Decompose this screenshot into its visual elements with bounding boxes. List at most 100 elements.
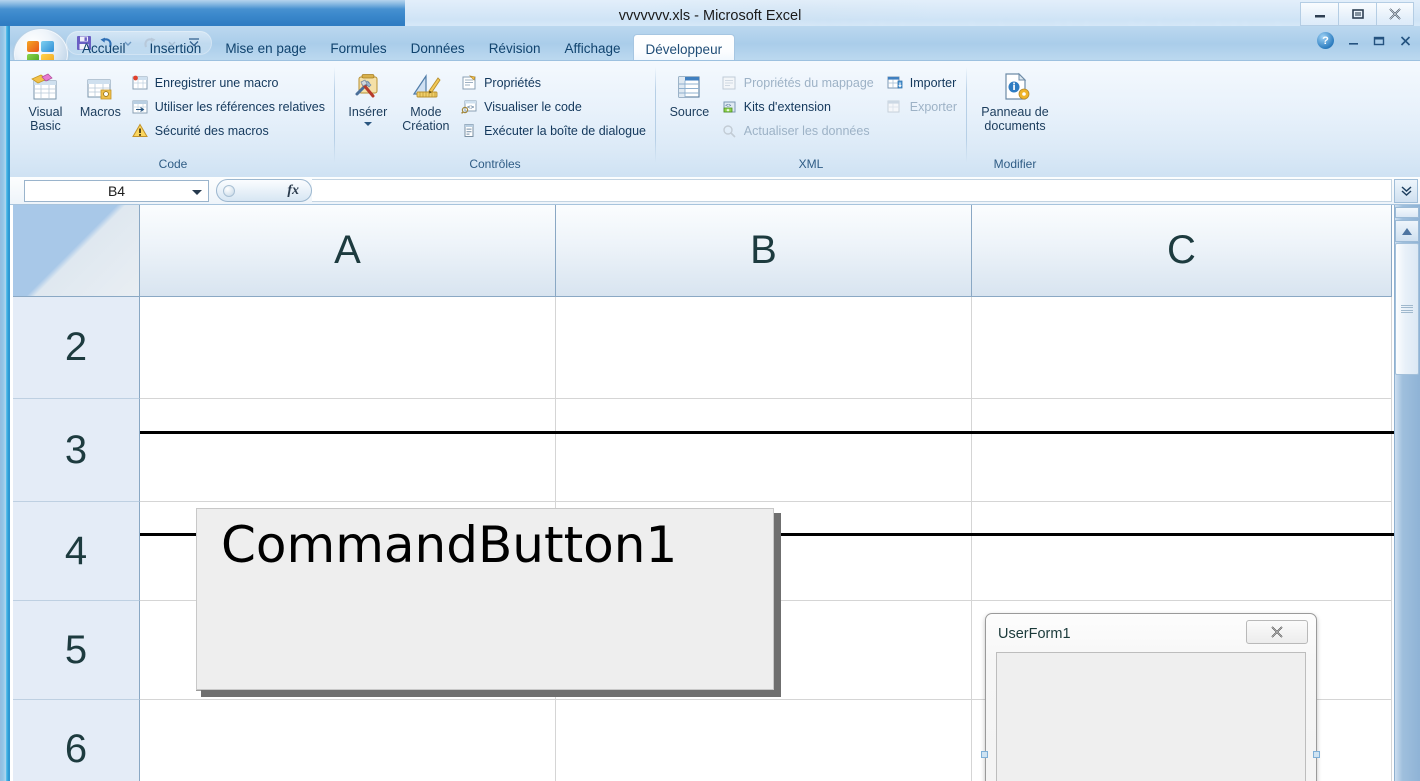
cell-a6[interactable] bbox=[140, 700, 556, 781]
document-close-icon[interactable] bbox=[1399, 35, 1412, 47]
userform-resize-handle-left[interactable] bbox=[981, 751, 988, 758]
name-box-dropdown-icon[interactable] bbox=[192, 189, 202, 195]
map-properties-label: Propriétés du mappage bbox=[743, 75, 874, 90]
window-controls bbox=[1300, 2, 1414, 26]
row-header-5[interactable]: 5 bbox=[13, 601, 140, 700]
tab-formules[interactable]: Formules bbox=[318, 35, 398, 62]
design-mode-label: Mode Création bbox=[402, 105, 450, 133]
run-dialog-button[interactable]: Exécuter la boîte de dialogue bbox=[457, 120, 649, 141]
code-small-commands: Enregistrer une macro Utiliser les référ… bbox=[128, 67, 328, 141]
view-code-label: Visualiser le code bbox=[484, 99, 582, 114]
group-label-code: Code bbox=[158, 157, 188, 171]
xml-small-commands: Propriétés du mappage <> Kits d'extensio… bbox=[717, 67, 877, 141]
cell-c4[interactable] bbox=[972, 502, 1392, 601]
minimize-icon[interactable] bbox=[1300, 2, 1338, 26]
row-header-2[interactable]: 2 bbox=[13, 297, 140, 399]
xml-small-commands-2: Importer Exporter bbox=[883, 67, 960, 117]
document-minimize-icon[interactable] bbox=[1347, 36, 1360, 46]
insert-function-button[interactable]: fx bbox=[216, 179, 312, 202]
split-pane-icon[interactable] bbox=[1395, 207, 1419, 218]
record-macro-button[interactable]: Enregistrer une macro bbox=[128, 72, 328, 93]
document-panel-button[interactable]: Panneau de documents bbox=[973, 67, 1057, 133]
maximize-icon[interactable] bbox=[1338, 2, 1376, 26]
tab-revision[interactable]: Révision bbox=[477, 35, 553, 62]
cell-b2[interactable] bbox=[556, 297, 972, 399]
document-restore-icon[interactable] bbox=[1373, 35, 1386, 47]
visual-basic-label: Visual Basic bbox=[28, 105, 63, 133]
visual-basic-button[interactable]: Visual Basic bbox=[18, 67, 73, 133]
relative-references-button[interactable]: Utiliser les références relatives bbox=[128, 96, 328, 117]
name-box-value: B4 bbox=[107, 182, 126, 199]
tab-developpeur[interactable]: Développeur bbox=[632, 34, 736, 63]
tab-label: Développeur bbox=[645, 41, 723, 57]
help-icon[interactable]: ? bbox=[1317, 32, 1334, 49]
visual-basic-icon bbox=[28, 71, 62, 105]
document-panel-label: Panneau de documents bbox=[981, 105, 1049, 133]
command-button-shadow-bottom bbox=[201, 690, 781, 697]
expand-formula-bar-icon[interactable] bbox=[1394, 179, 1418, 203]
row-header-label: 5 bbox=[64, 627, 88, 672]
export-icon bbox=[886, 98, 904, 115]
name-box[interactable]: B4 bbox=[24, 179, 209, 202]
row-header-label: 2 bbox=[64, 325, 88, 369]
chevron-down-icon[interactable] bbox=[363, 122, 372, 126]
design-mode-button[interactable]: Mode Création bbox=[395, 67, 457, 133]
tab-insertion[interactable]: Insertion bbox=[138, 35, 214, 62]
column-header-c[interactable]: C bbox=[972, 205, 1392, 297]
close-icon[interactable] bbox=[1376, 2, 1414, 26]
formula-input[interactable] bbox=[312, 179, 1392, 202]
tab-donnees[interactable]: Données bbox=[399, 35, 477, 62]
group-label-xml: XML bbox=[798, 157, 824, 171]
window-title: vvvvvvv.xls - Microsoft Excel bbox=[618, 8, 802, 24]
expansion-packs-icon: <> bbox=[720, 98, 738, 115]
insert-control-button[interactable]: Insérer bbox=[341, 67, 395, 126]
ribbon-groups: Visual Basic Macros Enregistrer une macr… bbox=[12, 63, 1063, 176]
macro-security-button[interactable]: Sécurité des macros bbox=[128, 120, 328, 141]
macros-button[interactable]: Macros bbox=[73, 67, 128, 119]
cell-b6[interactable] bbox=[556, 700, 972, 781]
view-code-button[interactable]: <> Visualiser le code bbox=[457, 96, 649, 117]
column-header-a[interactable]: A bbox=[140, 205, 556, 297]
export-button[interactable]: Exporter bbox=[883, 96, 960, 117]
tab-accueil[interactable]: Accueil bbox=[70, 35, 138, 62]
cell-a2[interactable] bbox=[140, 297, 556, 399]
userform-close-button[interactable] bbox=[1246, 620, 1308, 644]
macros-icon bbox=[83, 71, 117, 105]
column-header-b[interactable]: B bbox=[556, 205, 972, 297]
ribbon-group-code: Visual Basic Macros Enregistrer une macr… bbox=[12, 63, 334, 174]
insert-control-label: Insérer bbox=[348, 105, 388, 119]
userform-resize-handle-right[interactable] bbox=[1313, 751, 1320, 758]
record-macro-label: Enregistrer une macro bbox=[154, 75, 279, 90]
userform-body[interactable] bbox=[996, 652, 1306, 781]
controles-small-commands: Propriétés <> Visualiser le code Exécute… bbox=[457, 67, 649, 141]
import-button[interactable]: Importer bbox=[883, 72, 960, 93]
xml-source-label: Source bbox=[669, 105, 710, 119]
screen: e les bon a les corrections sont faussée… bbox=[0, 0, 1420, 781]
row-header-6[interactable]: 6 bbox=[13, 700, 140, 781]
ribbon-group-xml: Source Propriétés du mappage <> Kits d'e… bbox=[656, 63, 966, 174]
map-properties-button[interactable]: Propriétés du mappage bbox=[717, 72, 877, 93]
tab-mise-en-page[interactable]: Mise en page bbox=[213, 35, 318, 62]
tab-affichage[interactable]: Affichage bbox=[552, 35, 632, 62]
cell-c3[interactable] bbox=[972, 399, 1392, 502]
column-header-label: B bbox=[750, 228, 777, 272]
xml-source-icon bbox=[672, 71, 706, 105]
properties-button[interactable]: Propriétés bbox=[457, 72, 649, 93]
command-button-shadow-right bbox=[774, 513, 781, 695]
xml-source-button[interactable]: Source bbox=[662, 67, 717, 119]
cell-a3[interactable] bbox=[140, 399, 556, 502]
cell-c2[interactable] bbox=[972, 297, 1392, 399]
scroll-thumb-grip-icon bbox=[1401, 305, 1413, 313]
row-header-3[interactable]: 3 bbox=[13, 399, 140, 502]
command-button-control[interactable]: CommandButton1 bbox=[196, 508, 774, 690]
scroll-up-icon[interactable] bbox=[1395, 220, 1419, 242]
scroll-thumb[interactable] bbox=[1395, 243, 1419, 375]
select-all-corner[interactable] bbox=[13, 205, 140, 297]
refresh-data-button[interactable]: Actualiser les données bbox=[717, 120, 877, 141]
formula-bar: B4 fx bbox=[10, 177, 1420, 205]
macro-security-label: Sécurité des macros bbox=[154, 123, 269, 138]
userform-dialog[interactable]: UserForm1 bbox=[985, 613, 1317, 781]
row-header-4[interactable]: 4 bbox=[13, 502, 140, 601]
cell-b3[interactable] bbox=[556, 399, 972, 502]
expansion-packs-button[interactable]: <> Kits d'extension bbox=[717, 96, 877, 117]
